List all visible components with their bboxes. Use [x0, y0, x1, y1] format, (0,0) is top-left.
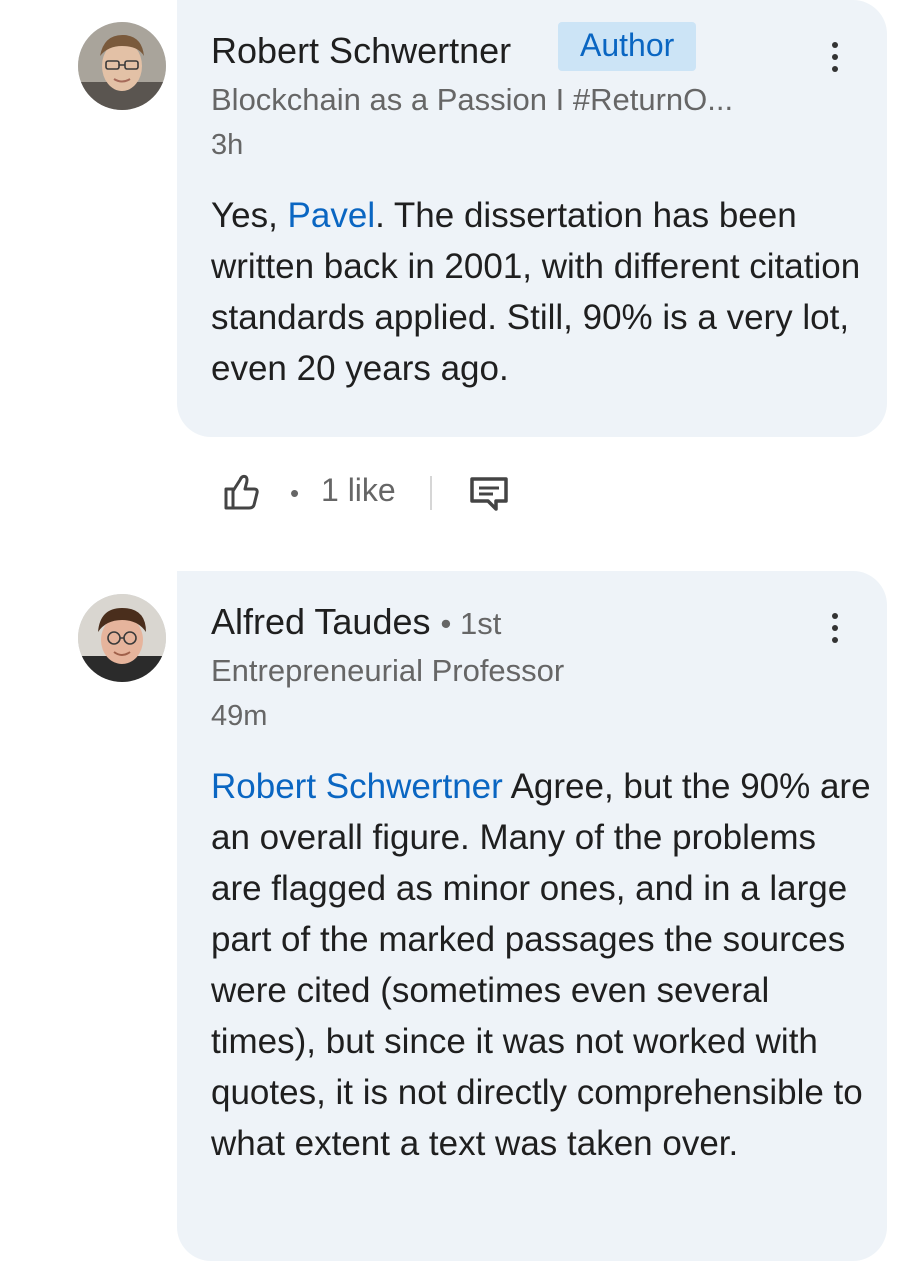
like-count[interactable]: 1 like	[321, 472, 396, 509]
connection-degree: • 1st	[440, 606, 502, 641]
avatar-photo-icon	[78, 594, 166, 682]
comment-actions: • 1 like	[220, 467, 540, 515]
more-options-icon[interactable]	[827, 42, 843, 72]
author-name[interactable]: Alfred Taudes • 1st	[211, 601, 501, 643]
more-options-icon[interactable]	[827, 613, 843, 643]
comment-text-prefix: Yes,	[211, 196, 288, 235]
comment-timestamp: 3h	[211, 129, 244, 161]
reply-icon[interactable]	[468, 473, 510, 513]
author-headline: Blockchain as a Passion I #ReturnO...	[211, 82, 734, 117]
comment-timestamp: 49m	[211, 700, 268, 732]
comment-bubble: Alfred Taudes • 1st Entrepreneurial Prof…	[177, 571, 887, 1261]
mention-link[interactable]: Pavel	[288, 196, 376, 235]
comment-bubble: Robert Schwertner Author Blockchain as a…	[177, 0, 887, 437]
thumbs-up-icon[interactable]	[220, 471, 262, 511]
comment-text-body: Agree, but the 90% are an overall figure…	[211, 767, 871, 1163]
comment-text: Robert Schwertner Agree, but the 90% are…	[211, 761, 871, 1169]
author-name-text: Alfred Taudes	[211, 601, 431, 642]
action-divider	[430, 476, 432, 510]
mention-link[interactable]: Robert Schwertner	[211, 767, 503, 806]
comment-text: Yes, Pavel. The dissertation has been wr…	[211, 190, 871, 394]
author-badge: Author	[558, 22, 697, 71]
separator-dot: •	[290, 478, 300, 508]
author-name[interactable]: Robert Schwertner	[211, 30, 511, 72]
avatar[interactable]	[78, 594, 166, 682]
avatar-photo-icon	[78, 22, 166, 110]
author-headline: Entrepreneurial Professor	[211, 653, 565, 688]
avatar[interactable]	[78, 22, 166, 110]
